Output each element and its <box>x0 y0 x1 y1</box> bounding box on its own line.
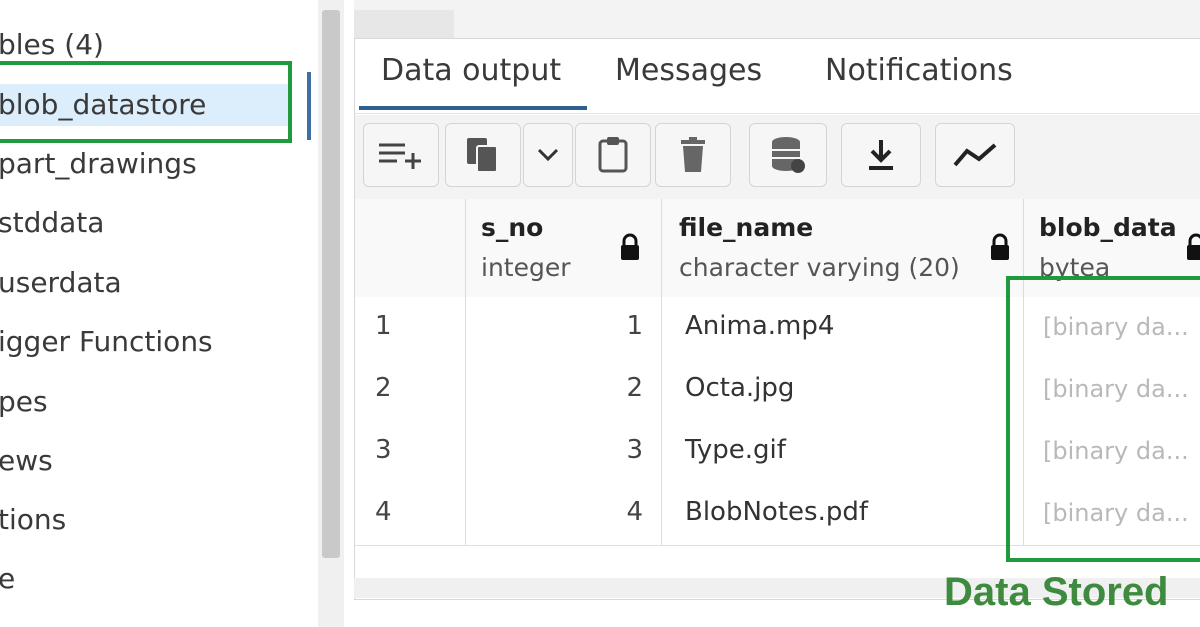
cell-s-no[interactable]: 4 <box>626 497 643 527</box>
paste-button[interactable] <box>575 123 651 187</box>
highlight-box-blob-data <box>1006 276 1200 562</box>
tab-notifications[interactable]: Notifications <box>825 53 1013 88</box>
column-divider <box>465 421 466 483</box>
column-type-file-name: character varying (20) <box>679 253 960 282</box>
panel-top-strip <box>354 0 1200 38</box>
column-header-file-name[interactable]: file_name <box>679 213 813 242</box>
column-header-blob-data[interactable]: blob_data <box>1039 213 1177 242</box>
column-divider <box>661 199 662 297</box>
sidebar-scrollbar[interactable] <box>318 0 344 627</box>
tree-item-label: userdata <box>0 266 122 299</box>
row-number: 1 <box>375 311 392 341</box>
column-header-s-no[interactable]: s_no <box>481 213 543 242</box>
tree-item-userdata[interactable]: userdata <box>0 262 300 304</box>
tree-item-stddata[interactable]: stddata <box>0 202 300 244</box>
chevron-down-icon <box>536 147 560 163</box>
column-divider <box>465 297 466 359</box>
annotation-caption: Data Stored <box>944 570 1169 614</box>
sidebar-scrollbar-thumb[interactable] <box>322 10 340 558</box>
graph-visualiser-button[interactable] <box>935 123 1015 187</box>
panel-top-tab-stub <box>354 10 454 38</box>
cell-s-no[interactable]: 3 <box>626 435 643 465</box>
selection-indicator <box>307 72 311 140</box>
lock-icon <box>619 233 641 265</box>
copy-options-dropdown[interactable] <box>523 123 573 187</box>
graph-icon <box>953 141 997 169</box>
tree-item-label: bles (4) <box>0 28 104 61</box>
column-divider <box>465 359 466 421</box>
cell-file-name[interactable]: Anima.mp4 <box>685 311 834 341</box>
tree-item-extra[interactable]: e <box>0 558 300 600</box>
results-tabs: Data output Messages Notifications <box>355 39 1200 114</box>
tree-item-part-drawings[interactable]: part_drawings <box>0 143 300 185</box>
object-tree: bles (4) blob_datastore part_drawings st… <box>0 0 344 627</box>
tree-item-subscriptions[interactable]: tions <box>0 499 300 541</box>
lock-icon <box>989 233 1011 265</box>
results-toolbar <box>355 115 1200 199</box>
tree-item-label: stddata <box>0 206 105 239</box>
tree-item-types[interactable]: pes <box>0 381 300 423</box>
download-button[interactable] <box>841 123 921 187</box>
cell-s-no[interactable]: 2 <box>626 373 643 403</box>
tree-item-tables[interactable]: bles (4) <box>0 24 300 66</box>
lock-icon <box>1185 233 1200 265</box>
cell-file-name[interactable]: BlobNotes.pdf <box>685 497 868 527</box>
row-number: 2 <box>375 373 392 403</box>
tree-item-views[interactable]: ews <box>0 440 300 482</box>
column-divider <box>465 199 466 297</box>
column-divider <box>661 483 662 545</box>
tree-item-label: igger Functions <box>0 325 213 358</box>
column-divider <box>661 359 662 421</box>
tree-item-label: part_drawings <box>0 147 197 180</box>
column-divider <box>465 483 466 545</box>
tree-item-trigger-functions[interactable]: igger Functions <box>0 321 300 363</box>
column-type-s-no: integer <box>481 253 571 282</box>
tree-item-label: pes <box>0 385 48 418</box>
save-data-icon <box>770 136 806 174</box>
add-row-button[interactable] <box>363 123 439 187</box>
delete-button[interactable] <box>655 123 731 187</box>
tab-messages[interactable]: Messages <box>615 53 762 88</box>
cell-s-no[interactable]: 1 <box>626 311 643 341</box>
save-data-button[interactable] <box>749 123 827 187</box>
copy-icon <box>465 136 501 174</box>
download-icon <box>866 138 896 172</box>
cell-file-name[interactable]: Type.gif <box>685 435 786 465</box>
tree-item-label: tions <box>0 503 67 536</box>
add-row-icon <box>377 139 425 171</box>
copy-button[interactable] <box>445 123 521 187</box>
cell-file-name[interactable]: Octa.jpg <box>685 373 794 403</box>
column-divider <box>661 421 662 483</box>
tree-item-label: e <box>0 562 16 595</box>
column-divider <box>661 297 662 359</box>
highlight-box-table <box>0 61 292 143</box>
row-number: 4 <box>375 497 392 527</box>
row-number: 3 <box>375 435 392 465</box>
paste-icon <box>597 136 629 174</box>
tab-data-output[interactable]: Data output <box>358 53 588 110</box>
delete-icon <box>679 137 707 173</box>
tree-item-label: ews <box>0 444 53 477</box>
